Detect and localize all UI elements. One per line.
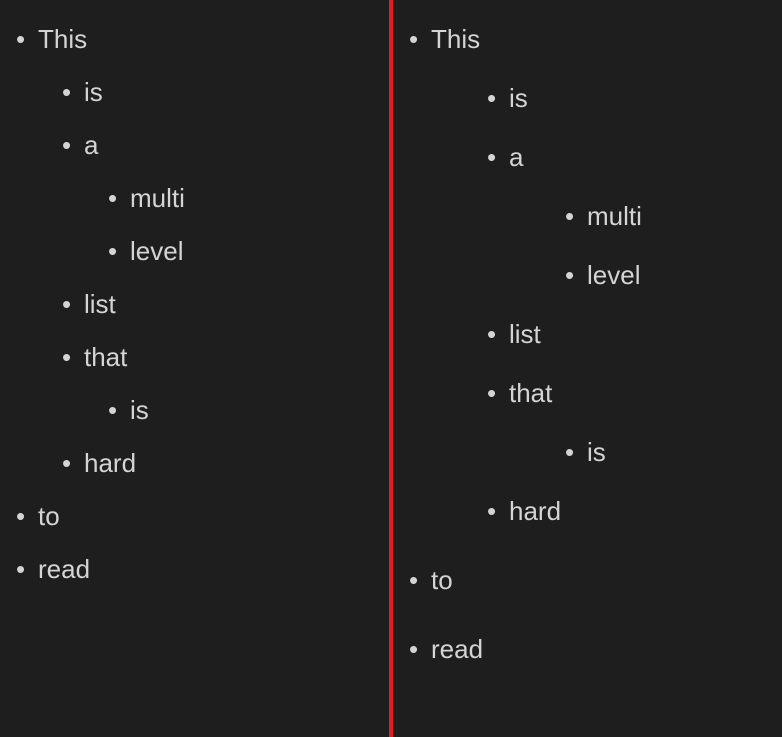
list-item: to <box>10 497 379 536</box>
list-item: list <box>481 315 772 354</box>
list-item-text: multi <box>587 201 642 231</box>
list-item-text: This <box>38 24 87 54</box>
list-item: is <box>56 73 379 112</box>
left-pane: This is a multi level list that is hard <box>0 0 389 737</box>
list-item-text: is <box>509 83 528 113</box>
list-item: list <box>56 285 379 324</box>
list-item: that is <box>481 374 772 472</box>
list-item: a multi level <box>56 126 379 271</box>
list-item: This is a multi level list that is hard <box>10 20 379 483</box>
list-item: read <box>10 550 379 589</box>
list-item-text: hard <box>84 448 136 478</box>
list-item-text: level <box>130 236 183 266</box>
list-item: is <box>559 433 772 472</box>
list-item-text: multi <box>130 183 185 213</box>
left-list: This is a multi level list that is hard <box>10 20 379 589</box>
list-item-text: This <box>431 24 480 54</box>
list-item-text: read <box>38 554 90 584</box>
list-item: multi <box>559 197 772 236</box>
list-item: is <box>102 391 379 430</box>
list-item: multi <box>102 179 379 218</box>
list-item-text: that <box>84 342 127 372</box>
right-pane: This is a multi level list that is hard <box>393 0 782 737</box>
right-list: This is a multi level list that is hard <box>403 20 772 669</box>
list-item-text: a <box>509 142 523 172</box>
list-item: a multi level <box>481 138 772 295</box>
list-item: hard <box>56 444 379 483</box>
list-item-text: is <box>130 395 149 425</box>
list-item: level <box>559 256 772 295</box>
list-item-text: read <box>431 634 483 664</box>
list-item-text: list <box>84 289 116 319</box>
list-item: This is a multi level list that is hard <box>403 20 772 531</box>
list-item: read <box>403 630 772 669</box>
list-item: to <box>403 561 772 600</box>
list-item-text: that <box>509 378 552 408</box>
list-item-text: hard <box>509 496 561 526</box>
list-item-text: to <box>38 501 60 531</box>
list-item: level <box>102 232 379 271</box>
list-item-text: is <box>587 437 606 467</box>
list-item-text: a <box>84 130 98 160</box>
list-item-text: is <box>84 77 103 107</box>
list-item: that is <box>56 338 379 430</box>
list-item-text: list <box>509 319 541 349</box>
list-item: hard <box>481 492 772 531</box>
list-item-text: to <box>431 565 453 595</box>
list-item: is <box>481 79 772 118</box>
list-item-text: level <box>587 260 640 290</box>
